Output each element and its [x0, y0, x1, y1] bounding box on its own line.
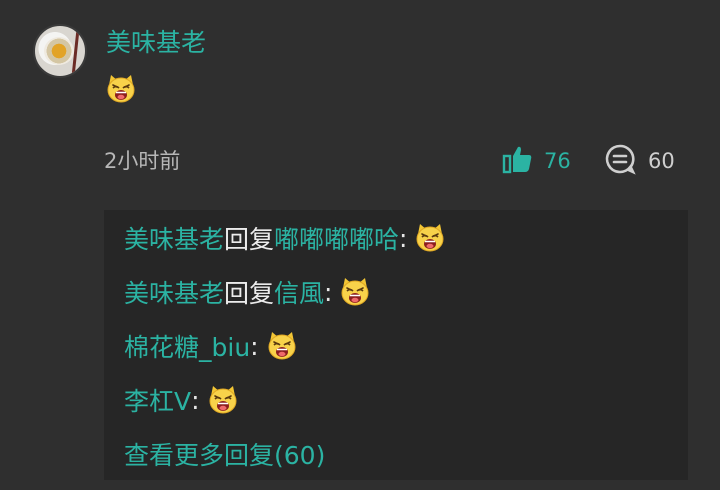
laughing-cat-emoji-icon [340, 277, 370, 307]
reply-word: 回复 [224, 225, 275, 254]
reply-colon: : [191, 385, 200, 415]
laughing-cat-emoji-icon [106, 74, 136, 104]
laughing-cat-emoji-icon [267, 331, 297, 361]
reply-author[interactable]: 美味基老 [124, 220, 224, 256]
more-replies-link[interactable]: 查看更多回复(60) [124, 433, 325, 475]
reply-author[interactable]: 美味基老 [124, 274, 224, 310]
reply-item[interactable]: 李杠V : [124, 379, 238, 421]
reply-preview-box: 美味基老 回复 嘟嘟嘟嘟哈 : 美味基老 回复 信風 : 棉花糖_biu: 李… [104, 210, 688, 480]
avatar-food-plate [44, 37, 74, 65]
comment-bubble-icon [604, 143, 636, 179]
laughing-cat-emoji-icon [415, 223, 445, 253]
reply-colon: : [324, 277, 333, 307]
laughing-cat-emoji-icon [208, 385, 238, 415]
reply-item[interactable]: 美味基老 回复 嘟嘟嘟嘟哈 : [124, 217, 445, 259]
reply-word: 回复 [224, 279, 275, 308]
comment-button[interactable]: 60 [604, 144, 675, 178]
avatar[interactable] [33, 24, 87, 78]
like-button[interactable]: 76 [502, 144, 571, 178]
thumbs-up-icon [502, 143, 534, 179]
reply-item[interactable]: 美味基老 回复 信風 : [124, 271, 370, 313]
reply-author[interactable]: 棉花糖_biu [124, 328, 250, 364]
reply-colon: : [250, 331, 259, 361]
comment-count: 60 [648, 149, 675, 173]
reply-target[interactable]: 嘟嘟嘟嘟哈 [274, 220, 399, 256]
reply-target[interactable]: 信風 [274, 274, 324, 310]
comment-username[interactable]: 美味基老 [106, 26, 206, 60]
reply-item[interactable]: 棉花糖_biu : [124, 325, 297, 367]
more-replies-label[interactable]: 查看更多回复(60) [124, 436, 325, 472]
reply-colon: : [399, 223, 408, 253]
comment-timestamp: 2小时前 [104, 149, 181, 173]
reply-author[interactable]: 李杠V [124, 382, 191, 418]
like-count: 76 [544, 149, 571, 173]
